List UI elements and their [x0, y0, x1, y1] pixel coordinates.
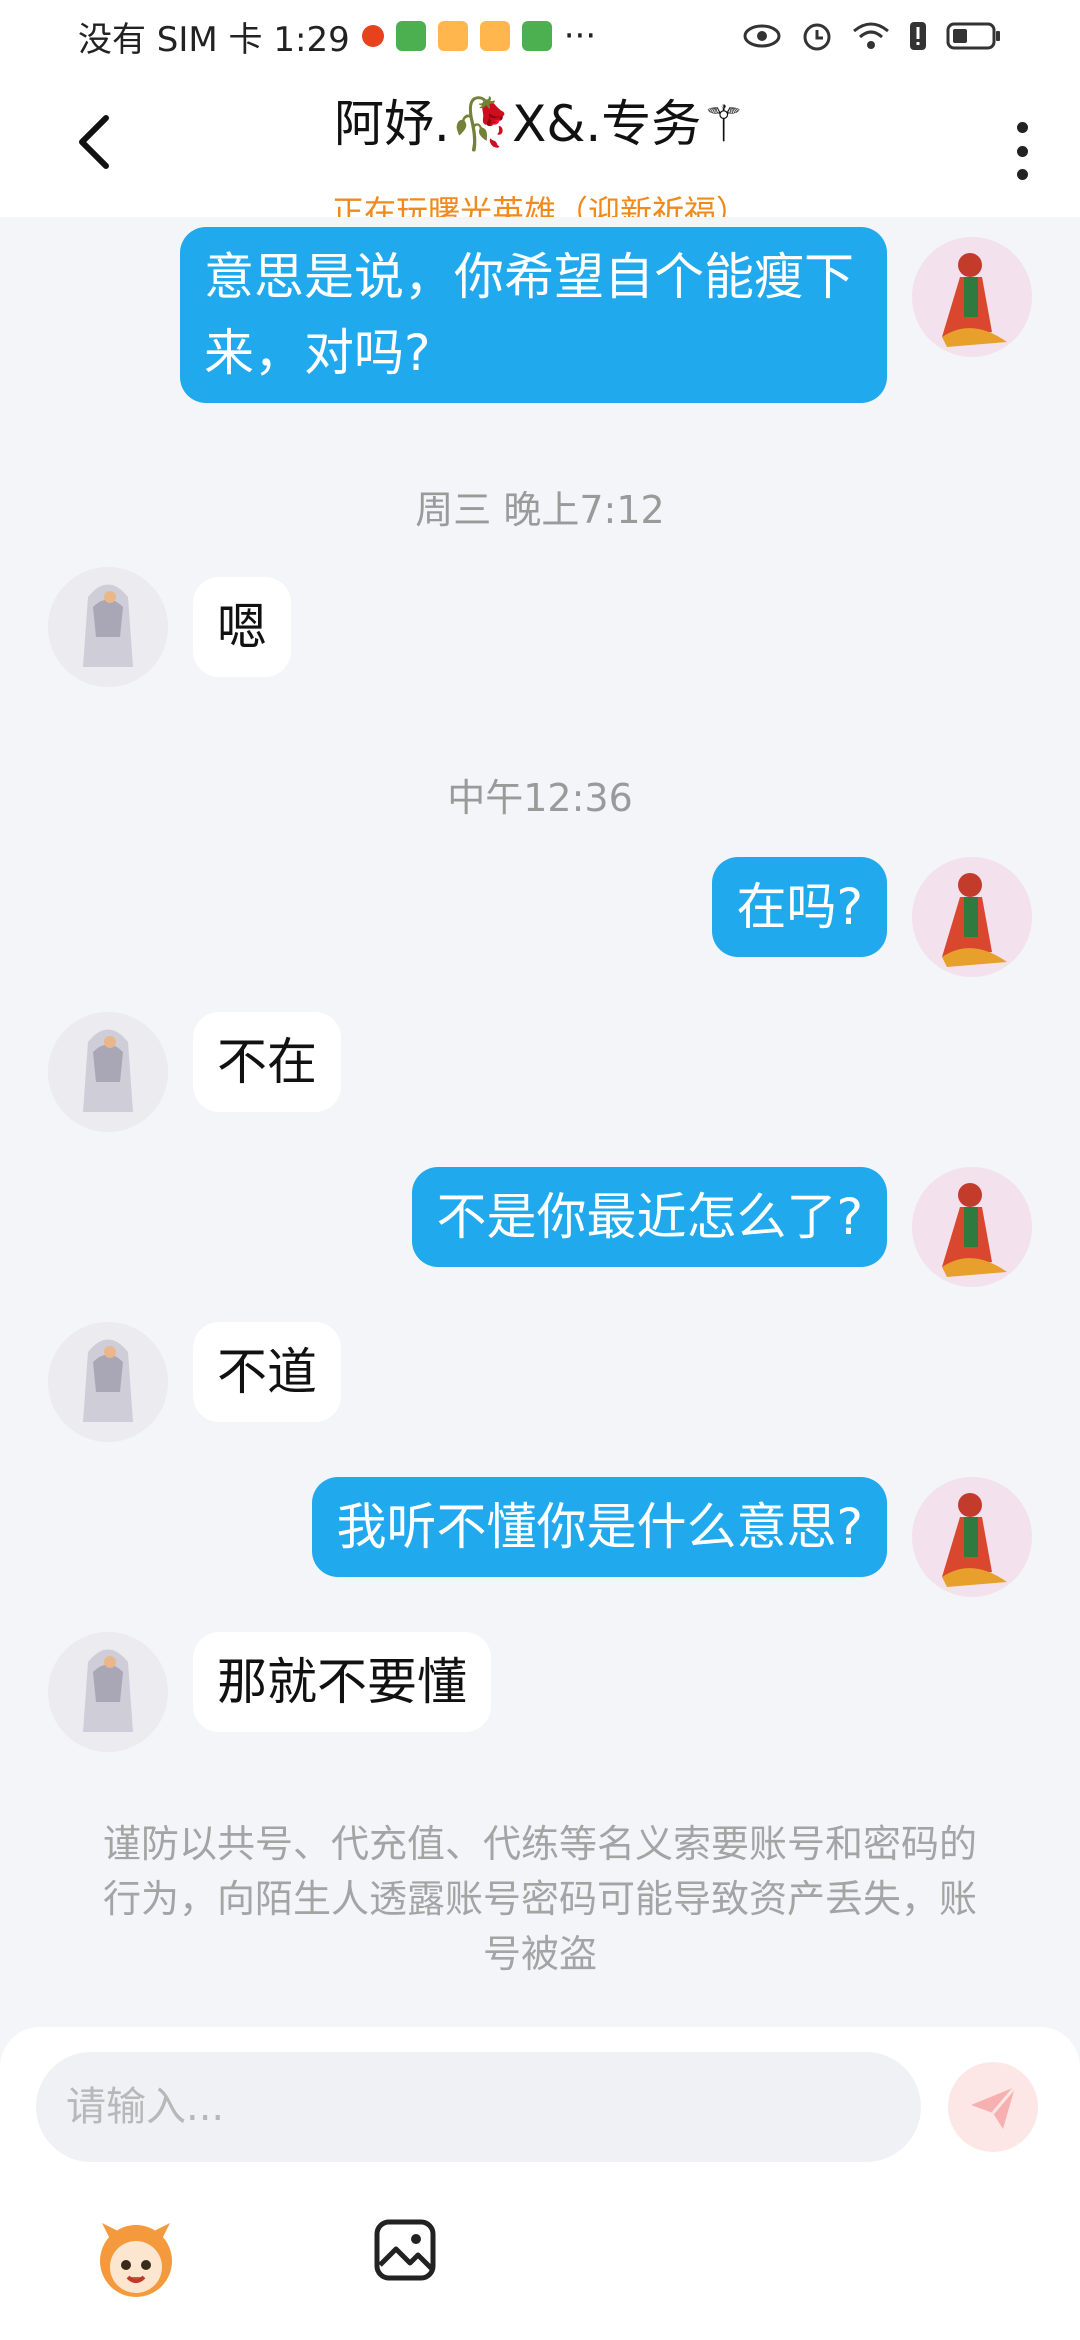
more-vertical-icon-dot [1016, 169, 1028, 180]
contact-message-bubble[interactable]: 不在 [193, 1012, 341, 1112]
message-row-me: 意思是说，你希望自个能瘦下来，对吗? [0, 227, 1080, 407]
contact-avatar[interactable] [48, 1632, 168, 1752]
more-options-button[interactable] [1002, 116, 1042, 186]
my-avatar[interactable] [912, 1167, 1032, 1287]
emoji-button[interactable] [88, 2209, 184, 2305]
send-icon [971, 2086, 1017, 2129]
avatar-image [912, 857, 1032, 977]
notification-app-icon [361, 25, 384, 47]
message-row-them: 嗯 [0, 567, 1080, 697]
contact-message-bubble[interactable]: 嗯 [193, 577, 291, 677]
timestamp: 中午12:36 [447, 776, 633, 820]
avatar-image [912, 1167, 1032, 1287]
contact-avatar[interactable] [48, 567, 168, 687]
message-row-me: 在吗? [0, 857, 1080, 987]
chat-messages[interactable]: 意思是说，你希望自个能瘦下来，对吗? 周三 晚上7:12 嗯 中午12:36 在… [0, 217, 1080, 2027]
emoji-mascot-icon [100, 2223, 172, 2297]
timestamp: 周三 晚上7:12 [415, 488, 665, 532]
my-avatar[interactable] [912, 857, 1032, 977]
message-row-me: 我听不懂你是什么意思? [0, 1477, 1080, 1607]
more-vertical-icon [1016, 122, 1028, 133]
message-input[interactable] [36, 2052, 921, 2162]
chat-title: 阿妤.🥀X&.专务⚚ [333, 95, 747, 153]
image-icon [374, 2219, 436, 2281]
send-button[interactable] [948, 2062, 1038, 2152]
contact-message-bubble[interactable]: 那就不要懂 [193, 1632, 491, 1732]
notification-app-icon [437, 21, 468, 51]
notification-app-icon [395, 21, 426, 51]
avatar-image [48, 1012, 168, 1132]
eye-icon [743, 24, 781, 48]
my-avatar[interactable] [912, 237, 1032, 357]
avatar-image [912, 1477, 1032, 1597]
contact-message-bubble[interactable]: 不道 [193, 1322, 341, 1422]
alarm-icon [803, 23, 831, 51]
my-avatar[interactable] [912, 1477, 1032, 1597]
carrier-time: 没有 SIM 卡 1:29 [78, 19, 350, 60]
chat-header: 阿妤.🥀X&.专务⚚ 正在玩曙光英雄（迎新祈福） [0, 72, 1080, 217]
status-left: 没有 SIM 卡 1:29 ··· [78, 12, 596, 61]
wifi-icon [853, 22, 889, 49]
battery-icon [946, 22, 1000, 50]
alert-icon [910, 22, 926, 50]
my-message-bubble[interactable]: 不是你最近怎么了? [412, 1167, 887, 1267]
image-button[interactable] [372, 2217, 438, 2283]
my-message-bubble[interactable]: 在吗? [712, 857, 887, 957]
avatar-image [48, 1322, 168, 1442]
notification-app-icon [479, 21, 510, 51]
notification-app-icon [521, 21, 552, 51]
chat-subtitle: 正在玩曙光英雄（迎新祈福） [331, 193, 748, 217]
input-panel [0, 2027, 1080, 2340]
message-row-me: 不是你最近怎么了? [0, 1167, 1080, 1297]
safety-notice: 谨防以共号、代充值、代练等名义索要账号和密码的行为，向陌生人透露账号密码可能导致… [102, 1822, 977, 1976]
status-bar: 没有 SIM 卡 1:29 ··· [0, 0, 1080, 72]
more-notifications-indicator: ··· [563, 16, 597, 56]
avatar-image [48, 1632, 168, 1752]
contact-avatar[interactable] [48, 1322, 168, 1442]
contact-avatar[interactable] [48, 1012, 168, 1132]
message-row-them: 不道 [0, 1322, 1080, 1452]
my-message-bubble[interactable]: 意思是说，你希望自个能瘦下来，对吗? [180, 227, 887, 403]
message-row-them: 不在 [0, 1012, 1080, 1142]
avatar-image [912, 237, 1032, 357]
message-row-them: 那就不要懂 [0, 1632, 1080, 1762]
status-right [742, 19, 1002, 53]
more-vertical-icon-dot [1016, 145, 1028, 157]
avatar-image [48, 567, 168, 687]
my-message-bubble[interactable]: 我听不懂你是什么意思? [312, 1477, 887, 1577]
